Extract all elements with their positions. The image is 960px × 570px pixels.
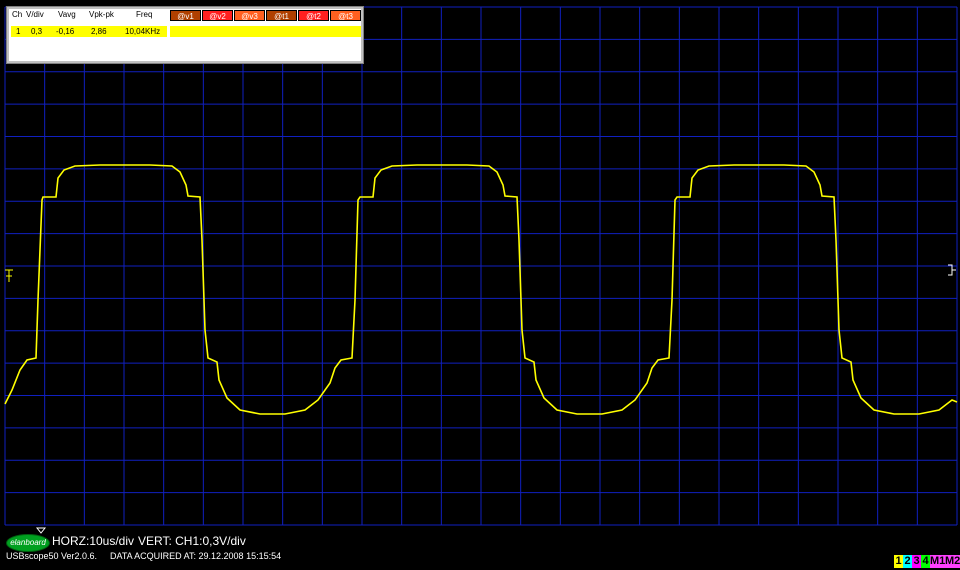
header-freq: Freq	[136, 10, 153, 19]
measurement-panel-body: Ch V/div Vavg Vpk-pk Freq @v1 @v2 @v3 @t…	[9, 9, 361, 61]
elanboard-logo: elanboard	[6, 534, 50, 552]
marker-v2-button[interactable]: @v2	[202, 10, 233, 21]
channel-2-toggle[interactable]: 2	[903, 555, 912, 568]
header-vavg: Vavg	[58, 10, 76, 19]
channel-1-toggle[interactable]: 1	[894, 555, 903, 568]
row-vpkpk: 2,86	[91, 27, 107, 36]
scope-background	[0, 0, 960, 570]
marker-v3-button[interactable]: @v3	[234, 10, 265, 21]
marker-t2-button[interactable]: @t2	[298, 10, 329, 21]
acquired-label: DATA ACQUIRED AT: 29.12.2008 15:15:54	[110, 551, 282, 561]
marker-v1-button[interactable]: @v1	[170, 10, 201, 21]
math-2-toggle[interactable]: M2	[945, 555, 960, 568]
channel-4-toggle[interactable]: 4	[921, 555, 930, 568]
row-vdiv: 0,3	[31, 27, 43, 36]
math-1-toggle[interactable]: M1	[930, 555, 945, 568]
measurement-row-marker-values	[170, 26, 361, 37]
row-ch: 1	[16, 27, 21, 36]
header-vpkpk: Vpk-pk	[89, 10, 114, 19]
measurement-panel: Ch V/div Vavg Vpk-pk Freq @v1 @v2 @v3 @t…	[6, 6, 364, 64]
row-vavg: -0,16	[56, 27, 75, 36]
channel-3-toggle[interactable]: 3	[912, 555, 921, 568]
header-vdiv: V/div	[26, 10, 44, 19]
version-label: USBscope50 Ver2.0.6.	[6, 551, 98, 561]
header-ch: Ch	[12, 10, 23, 19]
scope-display[interactable]	[0, 0, 960, 570]
row-freq: 10,04KHz	[125, 27, 161, 36]
marker-t3-button[interactable]: @t3	[330, 10, 361, 21]
marker-t1-button[interactable]: @t1	[266, 10, 297, 21]
vertical-scale-label: VERT: CH1:0,3V/div	[138, 534, 246, 548]
measurement-row-ch1[interactable]: 1 0,3 -0,16 2,86 10,04KHz	[11, 26, 167, 37]
horizontal-scale-label: HORZ:10us/div	[52, 534, 135, 548]
